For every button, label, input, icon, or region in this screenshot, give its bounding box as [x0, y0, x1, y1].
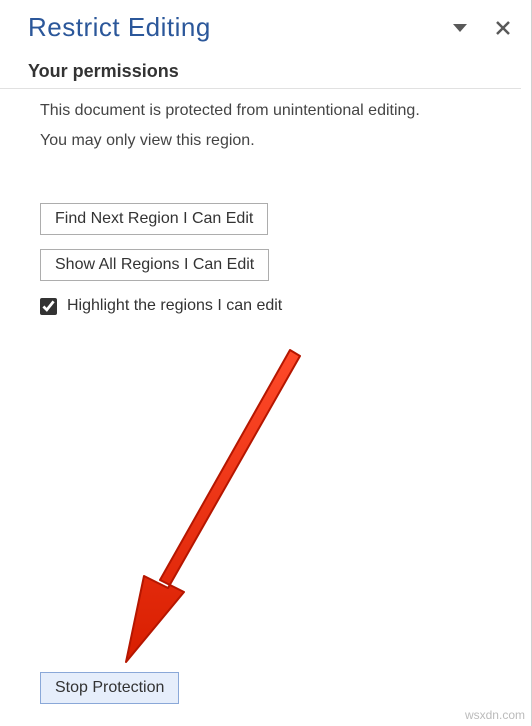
close-icon[interactable] — [495, 20, 511, 36]
pane-controls — [453, 20, 511, 36]
highlight-regions-checkbox-row[interactable]: Highlight the regions I can edit — [0, 295, 531, 315]
watermark: wsxdn.com — [465, 708, 525, 722]
permissions-heading: Your permissions — [0, 53, 521, 89]
pane-header: Restrict Editing — [0, 0, 531, 53]
footer: Stop Protection — [0, 672, 531, 726]
annotation-arrow — [120, 340, 340, 680]
stop-protection-button[interactable]: Stop Protection — [40, 672, 179, 704]
permissions-line1: This document is protected from unintent… — [0, 93, 531, 123]
highlight-regions-checkbox[interactable] — [40, 298, 57, 315]
show-all-regions-button[interactable]: Show All Regions I Can Edit — [40, 249, 269, 281]
highlight-regions-label: Highlight the regions I can edit — [67, 297, 282, 315]
find-next-region-button[interactable]: Find Next Region I Can Edit — [40, 203, 268, 235]
pane-title: Restrict Editing — [28, 12, 211, 43]
action-buttons: Find Next Region I Can Edit Show All Reg… — [0, 153, 531, 281]
permissions-line2: You may only view this region. — [0, 123, 531, 153]
dropdown-icon[interactable] — [453, 23, 467, 33]
